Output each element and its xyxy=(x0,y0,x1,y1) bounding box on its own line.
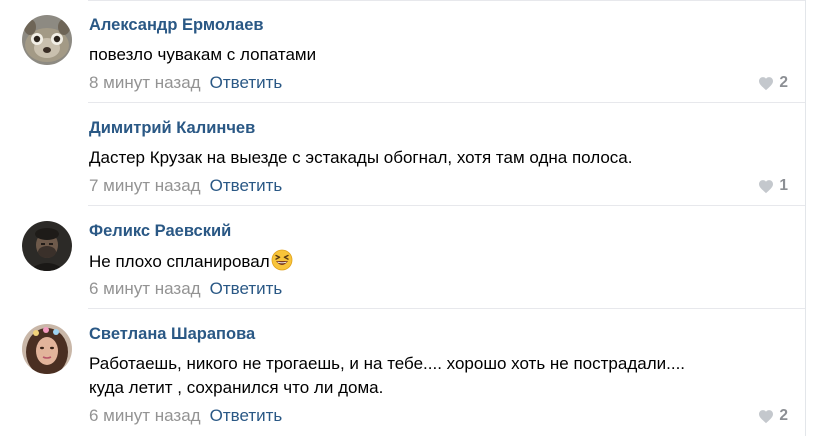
comment-text: Дастер Крузак на выезде с эстакады обогн… xyxy=(89,148,633,167)
comment-meta: 6 минут назад Ответить xyxy=(89,406,282,426)
woman-photo-avatar xyxy=(22,324,72,374)
comment-author[interactable]: Димитрий Калинчев xyxy=(89,119,255,138)
laughing-emoji-icon xyxy=(271,249,293,271)
comment-item: Феликс Раевский Не плохо спланировал 6 м… xyxy=(0,206,805,309)
like-count: 1 xyxy=(779,177,788,194)
heart-icon xyxy=(759,409,774,423)
like-count: 2 xyxy=(779,74,788,91)
reply-button[interactable]: Ответить xyxy=(210,73,283,92)
comment-item: Светлана Шарапова Работаешь, никого не т… xyxy=(0,309,805,436)
comments-feed: Александр Ермолаев повезло чувакам с лоп… xyxy=(0,0,806,436)
avatar[interactable] xyxy=(22,15,72,65)
comment-text: повезло чувакам с лопатами xyxy=(89,45,317,64)
comment-meta: 6 минут назад Ответить xyxy=(89,279,282,299)
comment-item: Александр Ермолаев повезло чувакам с лоп… xyxy=(0,0,805,103)
like-count: 2 xyxy=(779,407,788,424)
like-button[interactable]: 2 xyxy=(758,407,788,425)
comment-meta: 7 минут назад Ответить xyxy=(89,176,282,196)
man-photo-avatar xyxy=(22,221,72,271)
comment-text-line: Работаешь, никого не трогаешь, и на тебе… xyxy=(89,354,686,373)
comment-text-line: куда летит , сохранился что ли дома. xyxy=(89,378,384,397)
comment-author[interactable]: Феликс Раевский xyxy=(89,222,231,241)
comment-time[interactable]: 7 минут назад xyxy=(89,176,201,195)
comment-item: Димитрий Калинчев Дастер Крузак на выезд… xyxy=(0,103,805,206)
comment-time[interactable]: 6 минут назад xyxy=(89,279,201,298)
comment-author[interactable]: Светлана Шарапова xyxy=(89,325,255,344)
comment-time[interactable]: 6 минут назад xyxy=(89,406,201,425)
avatar[interactable] xyxy=(22,221,72,271)
comment-text: Не плохо спланировал xyxy=(89,249,789,274)
comment-time[interactable]: 8 минут назад xyxy=(89,73,201,92)
like-button[interactable]: 1 xyxy=(758,177,788,195)
panel-border xyxy=(805,0,806,436)
comment-author[interactable]: Александр Ермолаев xyxy=(89,16,264,35)
reply-button[interactable]: Ответить xyxy=(210,406,283,425)
heart-icon xyxy=(759,76,774,90)
comment-meta: 8 минут назад Ответить xyxy=(89,73,282,93)
heart-icon xyxy=(759,179,774,193)
dog-photo-avatar xyxy=(22,15,72,65)
like-button[interactable]: 2 xyxy=(758,74,788,92)
comment-text: Работаешь, никого не трогаешь, и на тебе… xyxy=(89,352,789,400)
reply-button[interactable]: Ответить xyxy=(210,279,283,298)
avatar[interactable] xyxy=(22,324,72,374)
reply-button[interactable]: Ответить xyxy=(210,176,283,195)
comment-text-content: Не плохо спланировал xyxy=(89,252,270,271)
